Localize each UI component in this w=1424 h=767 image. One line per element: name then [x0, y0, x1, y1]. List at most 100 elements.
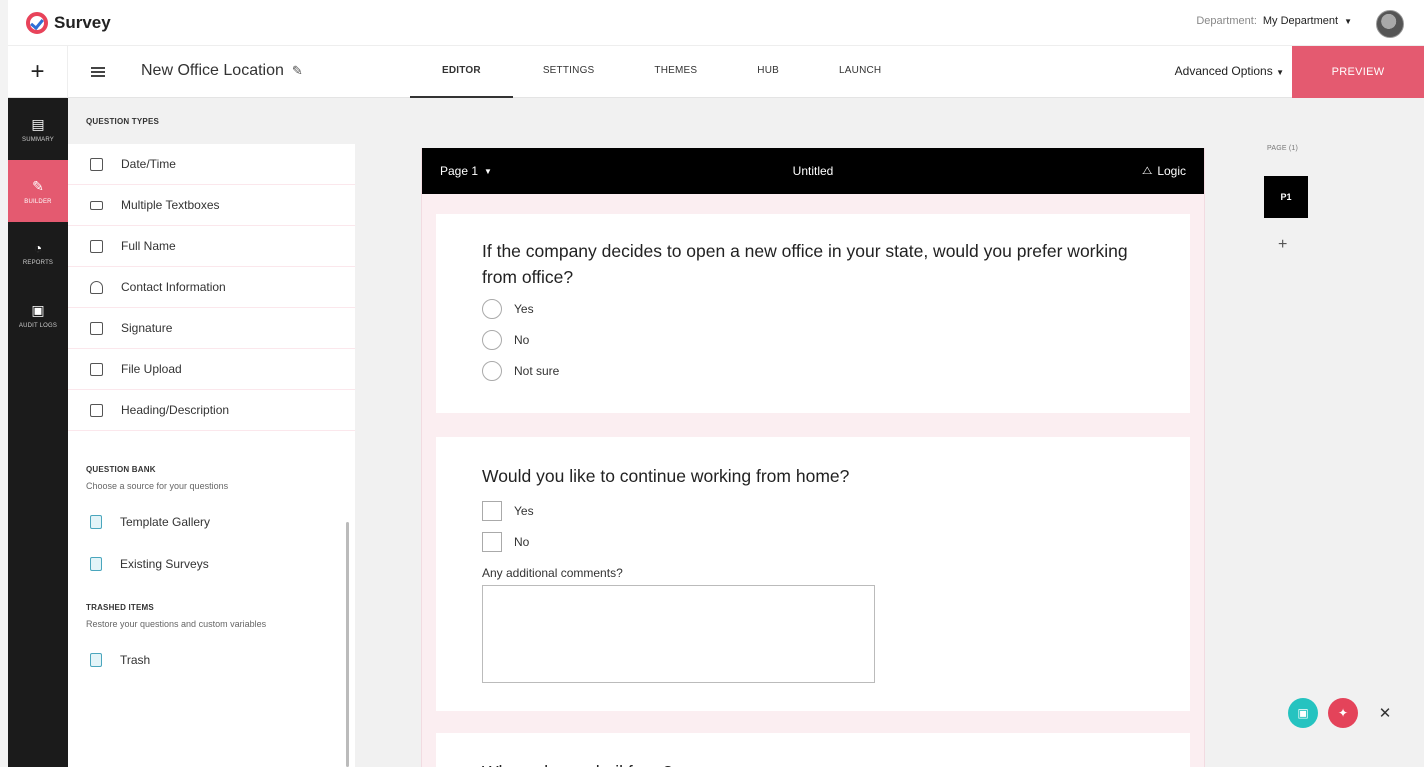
top-bar: Survey Department: My Department ▼	[8, 0, 1424, 46]
radio-option[interactable]: Not sure	[482, 361, 1144, 381]
tips-button[interactable]: ✦	[1328, 698, 1358, 728]
radio-button[interactable]	[482, 330, 502, 350]
present-button[interactable]: ▣	[1288, 698, 1318, 728]
textboxes-icon	[90, 200, 103, 210]
list-icon	[91, 65, 105, 79]
signature-icon	[90, 321, 103, 335]
person-icon	[90, 280, 103, 294]
checkbox[interactable]	[482, 501, 502, 521]
sidebar-scrollbar[interactable]	[346, 522, 349, 767]
option-label: Yes	[514, 504, 534, 518]
page-header: Page 1 ▼ Untitled ⧍ Logic	[422, 148, 1204, 194]
question-card[interactable]: If the company decides to open a new off…	[436, 214, 1190, 413]
trashed-items-section: TRASHED ITEMS Restore your questions and…	[68, 603, 355, 629]
rail-item-reports[interactable]: ◔ REPORTS	[8, 222, 68, 284]
editor-toolbar: + New Office Location ✎ EDITOR SETTINGS …	[8, 46, 1424, 98]
radio-option[interactable]: Yes	[482, 299, 1144, 319]
question-type-label: Date/Time	[121, 157, 176, 171]
edit-pencil-icon[interactable]: ✎	[292, 63, 303, 79]
survey-title[interactable]: New Office Location ✎	[141, 62, 303, 80]
question-type-label: Signature	[121, 321, 173, 335]
rail-item-label: BUILDER	[24, 198, 52, 205]
preview-button[interactable]: PREVIEW	[1292, 46, 1424, 98]
page-thumbnail[interactable]: P1	[1264, 176, 1308, 218]
department-label: Department:	[1196, 15, 1257, 27]
plus-icon: +	[30, 58, 45, 85]
rail-item-summary[interactable]: ▤ SUMMARY	[8, 98, 68, 160]
department-selector[interactable]: Department: My Department ▼	[1196, 15, 1352, 27]
page-title[interactable]: Untitled	[422, 164, 1204, 178]
menu-button[interactable]	[68, 46, 128, 98]
radio-button[interactable]	[482, 361, 502, 381]
checkbox-option[interactable]: Yes	[482, 501, 1144, 521]
question-type-label: Heading/Description	[121, 403, 230, 417]
comment-textarea[interactable]	[482, 585, 875, 683]
tab-launch[interactable]: LAUNCH	[809, 46, 911, 98]
checkbox[interactable]	[482, 532, 502, 552]
checkbox-option[interactable]: No	[482, 532, 1144, 552]
template-gallery-icon	[90, 515, 102, 529]
rail-item-label: AUDIT LOGS	[18, 322, 58, 329]
question-sidebar: QUESTION TYPES Date/Time Multiple Textbo…	[68, 98, 355, 767]
template-gallery-item[interactable]: Template Gallery	[68, 501, 355, 543]
create-button[interactable]: +	[8, 46, 68, 98]
advanced-options-label: Advanced Options	[1174, 64, 1273, 78]
bank-item-label: Existing Surveys	[120, 557, 209, 571]
question-card[interactable]: Where do you hail from?	[436, 733, 1190, 767]
question-type-label: Multiple Textboxes	[121, 198, 220, 212]
rail-item-label: SUMMARY	[22, 136, 54, 143]
app-logo[interactable]: Survey	[26, 12, 111, 34]
close-button[interactable]: ✕	[1370, 698, 1400, 728]
existing-surveys-icon	[90, 557, 102, 571]
trash-item[interactable]: Trash	[68, 639, 355, 681]
app-name: Survey	[54, 13, 111, 32]
close-icon: ✕	[1378, 705, 1392, 722]
file-upload-icon	[90, 362, 103, 376]
rail-item-builder[interactable]: ✎ BUILDER	[8, 160, 68, 222]
question-text: If the company decides to open a new off…	[482, 241, 1128, 287]
question-type-label: File Upload	[121, 362, 182, 376]
question-type-multiple-textboxes[interactable]: Multiple Textboxes	[68, 185, 355, 226]
left-rail: ▤ SUMMARY ✎ BUILDER ◔ REPORTS ▣ AUDIT LO…	[8, 98, 68, 767]
add-page-button[interactable]: +	[1278, 236, 1287, 254]
question-text: Where do you hail from?	[482, 759, 1144, 767]
question-bank-section: QUESTION BANK Choose a source for your q…	[68, 465, 355, 491]
tab-hub[interactable]: HUB	[727, 46, 809, 98]
question-type-signature[interactable]: Signature	[68, 308, 355, 349]
advanced-options-dropdown[interactable]: Advanced Options ▼	[1175, 64, 1284, 78]
summary-icon: ▤	[31, 115, 45, 132]
tab-editor[interactable]: EDITOR	[410, 46, 513, 98]
survey-title-text: New Office Location	[141, 62, 284, 79]
pencil-icon: ✎	[32, 177, 44, 194]
question-type-datetime[interactable]: Date/Time	[68, 144, 355, 185]
option-label: Yes	[514, 302, 534, 316]
question-type-contact-information[interactable]: Contact Information	[68, 267, 355, 308]
question-card[interactable]: Would you like to continue working from …	[436, 437, 1190, 711]
existing-surveys-item[interactable]: Existing Surveys	[68, 543, 355, 585]
avatar[interactable]	[1376, 10, 1404, 38]
question-type-full-name[interactable]: Full Name	[68, 226, 355, 267]
question-types-heading: QUESTION TYPES	[68, 98, 355, 144]
rail-item-audit-logs[interactable]: ▣ AUDIT LOGS	[8, 284, 68, 346]
comment-label: Any additional comments?	[482, 566, 623, 580]
department-value: My Department	[1262, 15, 1339, 27]
document-icon	[90, 403, 103, 417]
id-card-icon	[90, 239, 103, 253]
option-label: Not sure	[514, 364, 560, 378]
question-type-heading-description[interactable]: Heading/Description	[68, 390, 355, 431]
present-icon: ▣	[1297, 706, 1309, 720]
radio-button[interactable]	[482, 299, 502, 319]
plus-icon: +	[1278, 236, 1288, 253]
trash-icon	[90, 653, 102, 667]
trashed-items-subtitle: Restore your questions and custom variab…	[86, 619, 267, 629]
tab-settings[interactable]: SETTINGS	[513, 46, 625, 98]
pages-panel: PAGE (1) P1 + ▣ ✦ ✕	[1240, 98, 1424, 767]
bank-item-label: Trash	[120, 653, 151, 667]
tab-themes[interactable]: THEMES	[624, 46, 727, 98]
question-type-file-upload[interactable]: File Upload	[68, 349, 355, 390]
question-bank-subtitle: Choose a source for your questions	[86, 481, 229, 491]
question-type-label: Full Name	[121, 239, 176, 253]
radio-option[interactable]: No	[482, 330, 1144, 350]
calendar-icon	[90, 157, 103, 171]
question-bank-title: QUESTION BANK	[86, 465, 156, 474]
